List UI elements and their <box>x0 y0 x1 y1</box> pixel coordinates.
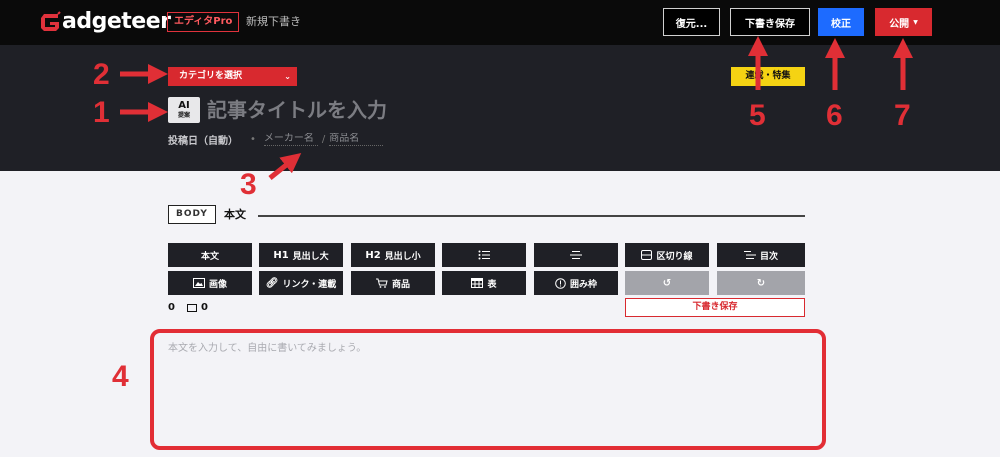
annotation-number-3: 3 <box>240 168 257 201</box>
annotation-number-4: 4 <box>112 360 129 393</box>
separator-dot: • <box>250 133 256 145</box>
tool-paragraph-button[interactable]: 本文 <box>168 243 252 267</box>
tool-label: 画像 <box>208 279 227 290</box>
publish-button[interactable]: 公開 ▼ <box>875 8 932 36</box>
save-draft-small-button[interactable]: 下書き保存 <box>625 298 805 317</box>
tool-undo-button[interactable]: ↺ <box>625 271 709 295</box>
h1-icon: H1 <box>273 249 289 261</box>
alert-icon <box>555 277 566 289</box>
tool-link-button[interactable]: 🔗︎ リンク・連載 <box>259 271 343 295</box>
ai-label: AI <box>178 100 190 111</box>
post-date-label: 投稿日（自動） <box>168 135 238 147</box>
document-status: 新規下書き <box>246 15 301 28</box>
article-title-input[interactable] <box>207 95 727 125</box>
character-count: 0 <box>168 302 175 313</box>
series-feature-button[interactable]: 連載・特集 <box>731 67 805 86</box>
category-select-label: カテゴリを選択 <box>179 71 243 81</box>
tool-image-button[interactable]: 画像 <box>168 271 252 295</box>
table-icon <box>471 278 484 288</box>
gadgeteer-logo[interactable]: adgeteer <box>38 8 171 36</box>
meta-row: 投稿日（自動） • / <box>168 131 384 147</box>
annotation-number-1: 1 <box>93 96 110 129</box>
body-editor-frame <box>150 329 826 450</box>
annotation-number-5: 5 <box>749 99 766 132</box>
divider-icon <box>641 250 653 260</box>
category-select[interactable]: カテゴリを選択 ⌄ <box>168 67 297 86</box>
tool-label: 見出し小 <box>384 251 421 262</box>
undo-icon: ↺ <box>662 277 672 289</box>
publish-label: 公開 <box>889 18 910 30</box>
caret-down-icon: ▼ <box>913 18 918 26</box>
tool-label: 見出し大 <box>292 251 329 262</box>
section-divider <box>258 215 805 217</box>
annotation-number-6: 6 <box>826 99 843 132</box>
image-count: 0 <box>200 302 208 313</box>
numbered-list-icon <box>570 251 582 259</box>
save-draft-button[interactable]: 下書き保存 <box>730 8 810 36</box>
bullet-list-icon <box>478 250 490 260</box>
article-header: カテゴリを選択 ⌄ 連載・特集 AI 提案 投稿日（自動） • / <box>0 45 1000 171</box>
ai-suggest-button[interactable]: AI 提案 <box>168 97 200 123</box>
redo-icon: ↻ <box>756 277 766 289</box>
tool-label: 区切り線 <box>656 251 693 262</box>
tool-table-button[interactable]: 表 <box>442 271 526 295</box>
annotation-number-7: 7 <box>894 99 911 132</box>
top-bar: adgeteer エディタPro 新規下書き 復元... 下書き保存 校正 公開… <box>0 0 1000 45</box>
image-count-icon <box>186 304 197 312</box>
ai-sub-label: 提案 <box>177 112 190 119</box>
tool-heading-large-button[interactable]: H1 見出し大 <box>259 243 343 267</box>
cart-icon <box>375 278 388 288</box>
editor-pro-badge: エディタPro <box>167 12 240 32</box>
tool-label: 囲み枠 <box>569 279 597 290</box>
tool-label: リンク・連載 <box>282 279 337 290</box>
h2-icon: H2 <box>365 249 381 261</box>
separator-slash: / <box>321 133 326 145</box>
annotation-number-2: 2 <box>93 58 110 91</box>
tool-label: 本文 <box>200 251 219 262</box>
tool-label: 表 <box>487 279 497 290</box>
chevron-down-icon: ⌄ <box>284 72 291 81</box>
tool-bullet-list-button[interactable] <box>442 243 526 267</box>
body-section-title: 本文 <box>224 208 246 221</box>
tool-divider-button[interactable]: 区切り線 <box>625 243 709 267</box>
body-editor-textarea[interactable] <box>154 333 822 446</box>
link-icon: 🔗︎ <box>265 277 279 289</box>
toc-icon <box>743 251 756 259</box>
tool-heading-small-button[interactable]: H2 見出し小 <box>351 243 435 267</box>
content-counts: 0 0 <box>168 301 208 315</box>
tool-numbered-list-button[interactable] <box>534 243 618 267</box>
maker-name-input[interactable] <box>263 132 318 146</box>
logo-text: adgeteer <box>62 9 171 34</box>
tool-label: 商品 <box>391 279 410 290</box>
proofread-button[interactable]: 校正 <box>818 8 864 36</box>
tool-label: 目次 <box>759 251 778 262</box>
restore-button[interactable]: 復元... <box>663 8 720 36</box>
logo-g-icon <box>41 11 61 31</box>
tool-product-button[interactable]: 商品 <box>351 271 435 295</box>
image-icon <box>192 278 205 288</box>
tool-redo-button[interactable]: ↻ <box>717 271 805 295</box>
product-name-input[interactable] <box>329 132 384 146</box>
tool-box-button[interactable]: 囲み枠 <box>534 271 618 295</box>
body-section-label: BODY <box>168 205 216 224</box>
tool-toc-button[interactable]: 目次 <box>717 243 805 267</box>
